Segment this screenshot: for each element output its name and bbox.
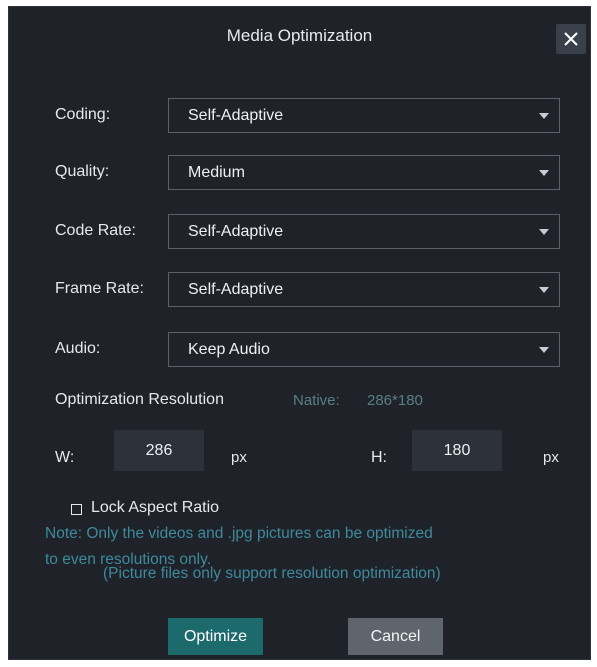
media-optimization-dialog: Media Optimization Coding: Self-Adaptive… <box>8 6 591 660</box>
quality-label: Quality: <box>55 163 110 180</box>
note-line-3: (Picture files only support resolution o… <box>103 565 441 582</box>
frame-rate-select[interactable]: Self-Adaptive <box>168 272 560 307</box>
dialog-title: Media Optimization <box>226 26 373 45</box>
width-unit: px <box>231 449 247 466</box>
width-label: W: <box>55 449 75 466</box>
close-icon <box>564 32 578 46</box>
quality-select[interactable]: Medium <box>168 155 560 190</box>
lock-aspect-checkbox[interactable] <box>71 504 82 515</box>
chevron-down-icon <box>539 287 549 293</box>
height-unit: px <box>543 449 559 466</box>
resolution-heading: Optimization Resolution <box>55 391 224 408</box>
coding-select[interactable]: Self-Adaptive <box>168 98 560 133</box>
height-input[interactable]: 180 <box>412 430 502 471</box>
native-label: Native: <box>293 392 340 409</box>
width-input[interactable]: 286 <box>114 430 204 471</box>
chevron-down-icon <box>539 113 549 119</box>
frame-rate-value: Self-Adaptive <box>188 281 284 298</box>
code-rate-select[interactable]: Self-Adaptive <box>168 214 560 249</box>
height-label: H: <box>371 449 387 466</box>
audio-label: Audio: <box>55 340 101 357</box>
note-line-1: Note: Only the videos and .jpg pictures … <box>45 525 433 542</box>
audio-select[interactable]: Keep Audio <box>168 332 560 367</box>
native-value: 286*180 <box>367 392 423 409</box>
coding-label: Coding: <box>55 106 111 123</box>
cancel-button[interactable]: Cancel <box>348 618 443 655</box>
quality-value: Medium <box>188 164 245 181</box>
audio-value: Keep Audio <box>188 341 270 358</box>
chevron-down-icon <box>539 347 549 353</box>
chevron-down-icon <box>539 170 549 176</box>
close-button[interactable] <box>556 24 586 54</box>
frame-rate-label: Frame Rate: <box>55 280 144 297</box>
optimize-button[interactable]: Optimize <box>168 618 263 655</box>
chevron-down-icon <box>539 229 549 235</box>
coding-value: Self-Adaptive <box>188 107 284 124</box>
code-rate-value: Self-Adaptive <box>188 223 284 240</box>
code-rate-label: Code Rate: <box>55 222 136 239</box>
lock-aspect-label: Lock Aspect Ratio <box>91 499 220 516</box>
